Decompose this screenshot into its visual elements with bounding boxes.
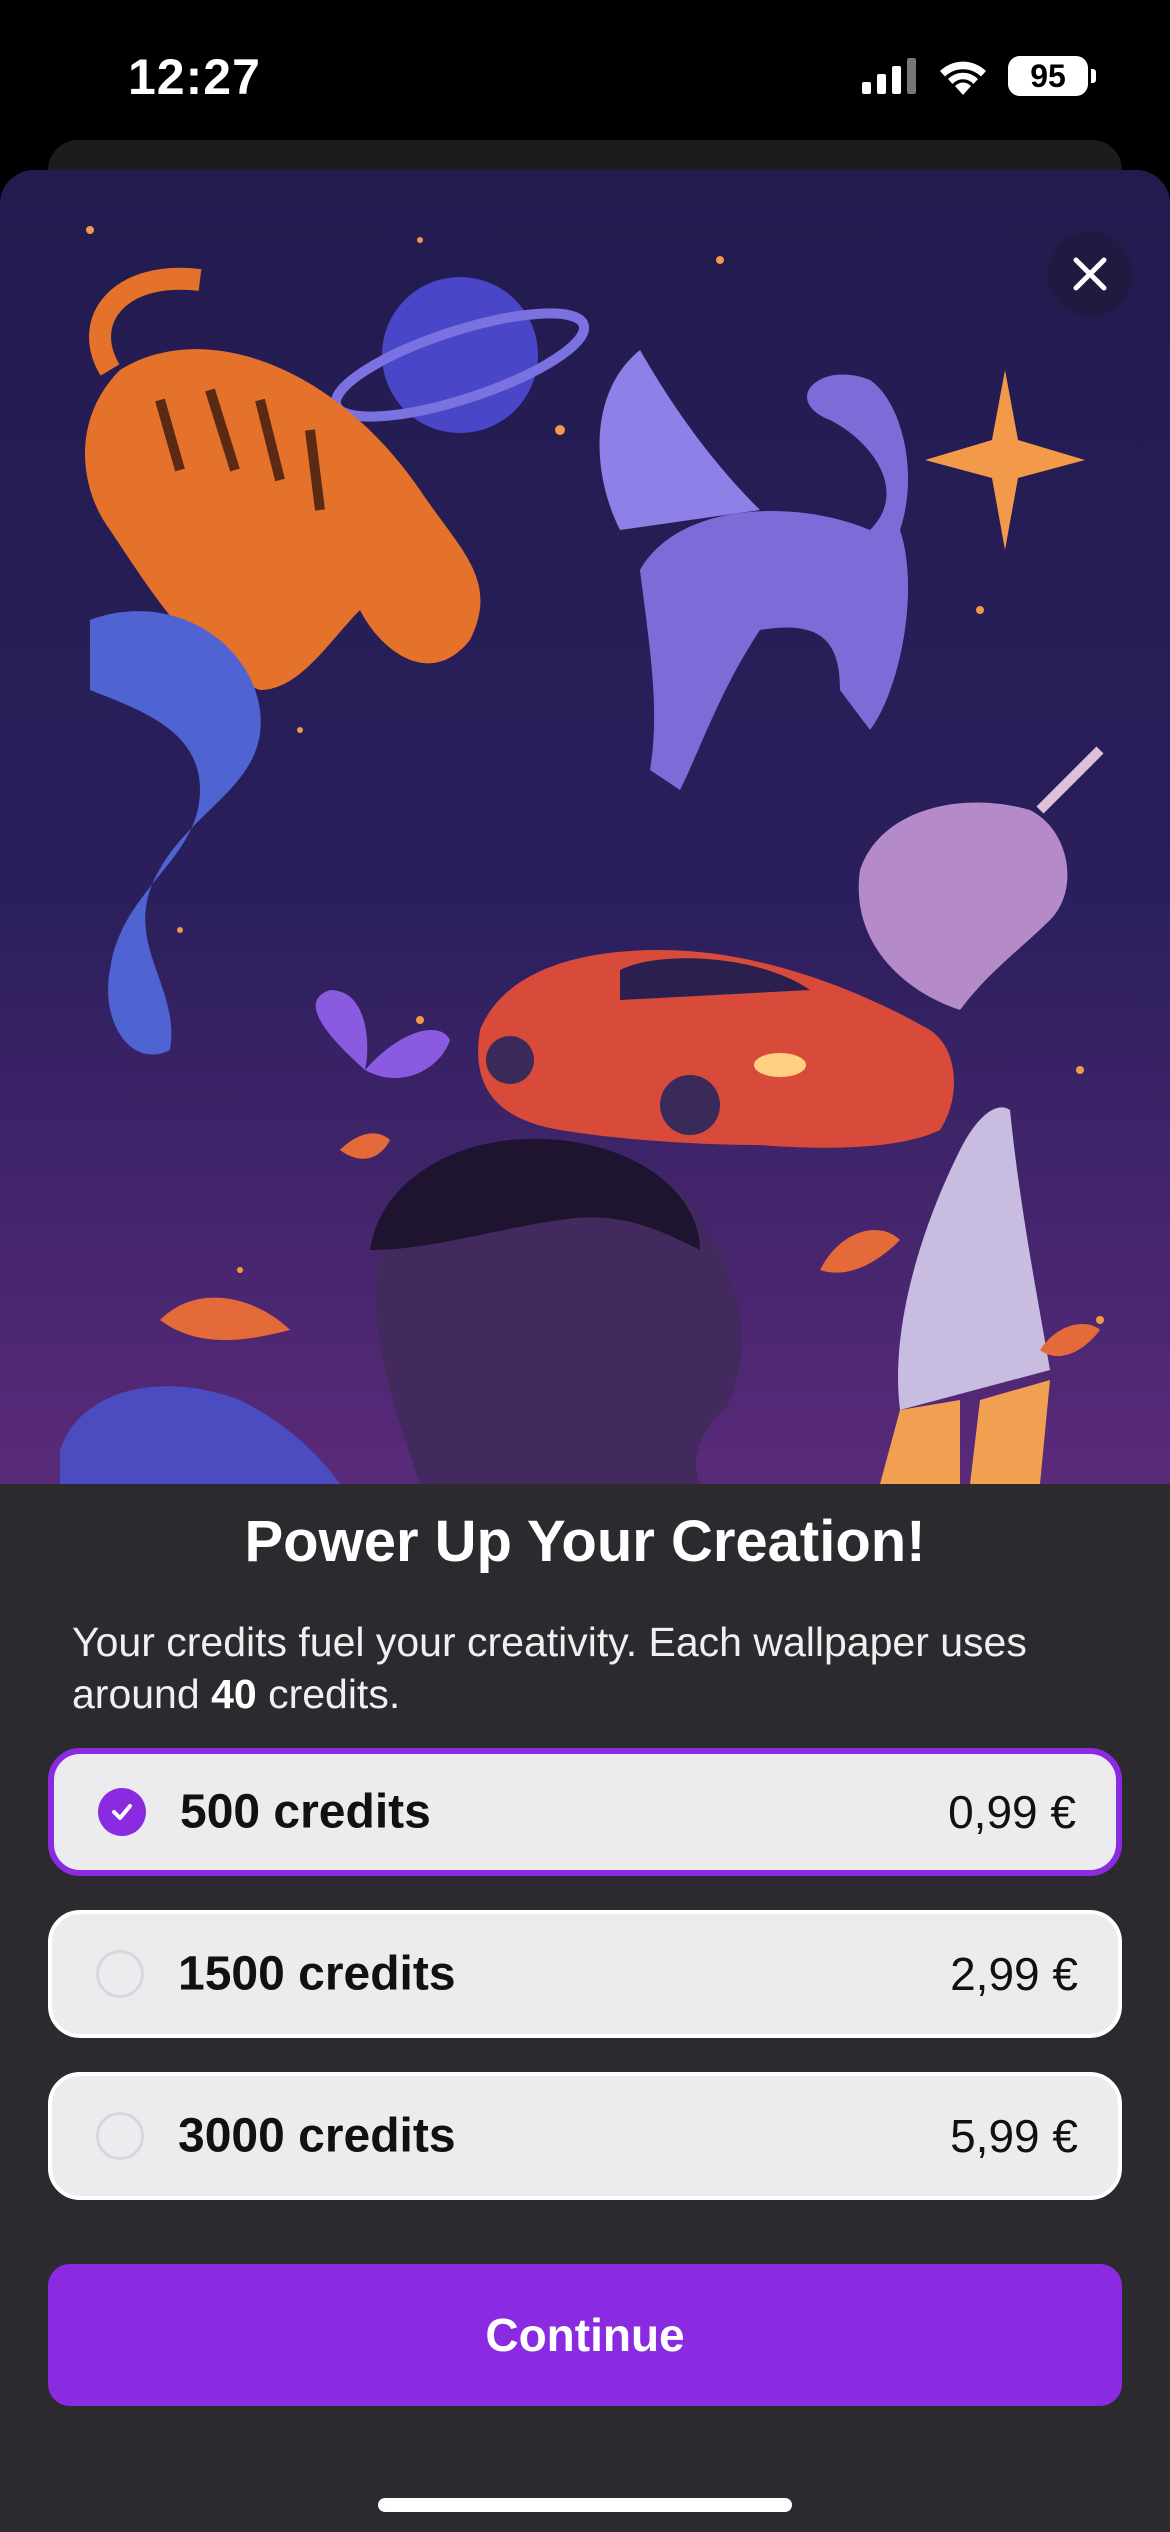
home-indicator — [378, 2498, 792, 2512]
subtitle-text-end: credits. — [256, 1671, 401, 1717]
sheet-title: Power Up Your Creation! — [244, 1509, 926, 1574]
option-price: 2,99 € — [950, 1948, 1078, 2000]
continue-button[interactable]: Continue — [48, 2264, 1122, 2406]
radio-unselected[interactable] — [96, 1950, 144, 1998]
option-label: 3000 credits — [178, 2109, 456, 2163]
signal-icon — [862, 58, 916, 94]
credit-option-500[interactable]: 500 credits 0,99 € — [48, 1748, 1122, 1876]
check-icon — [112, 1804, 132, 1820]
battery-icon: 95 — [1008, 56, 1096, 96]
option-price: 5,99 € — [950, 2110, 1078, 2162]
purchase-sheet: Power Up Your Creation! Your credits fue… — [0, 170, 1170, 2532]
subtitle-credits-count: 40 — [211, 1671, 257, 1717]
credit-option-3000[interactable]: 3000 credits 5,99 € — [48, 2072, 1122, 2200]
option-label: 500 credits — [180, 1785, 431, 1839]
radio-unselected[interactable] — [96, 2112, 144, 2160]
status-icons: 95 — [862, 56, 1096, 96]
hero-illustration — [0, 170, 1170, 1484]
option-price: 0,99 € — [948, 1786, 1076, 1838]
option-label: 1500 credits — [178, 1947, 456, 2001]
sheet-subtitle: Your credits fuel your creativity. Each … — [72, 1616, 1102, 1720]
credit-option-1500[interactable]: 1500 credits 2,99 € — [48, 1910, 1122, 2038]
radio-selected[interactable] — [98, 1788, 146, 1836]
wifi-icon — [940, 61, 986, 95]
battery-level: 95 — [1030, 58, 1066, 94]
status-time: 12:27 — [128, 49, 261, 105]
status-bar: 12:27 95 — [0, 0, 1170, 150]
close-button[interactable] — [1048, 232, 1132, 316]
close-icon — [1073, 257, 1107, 291]
